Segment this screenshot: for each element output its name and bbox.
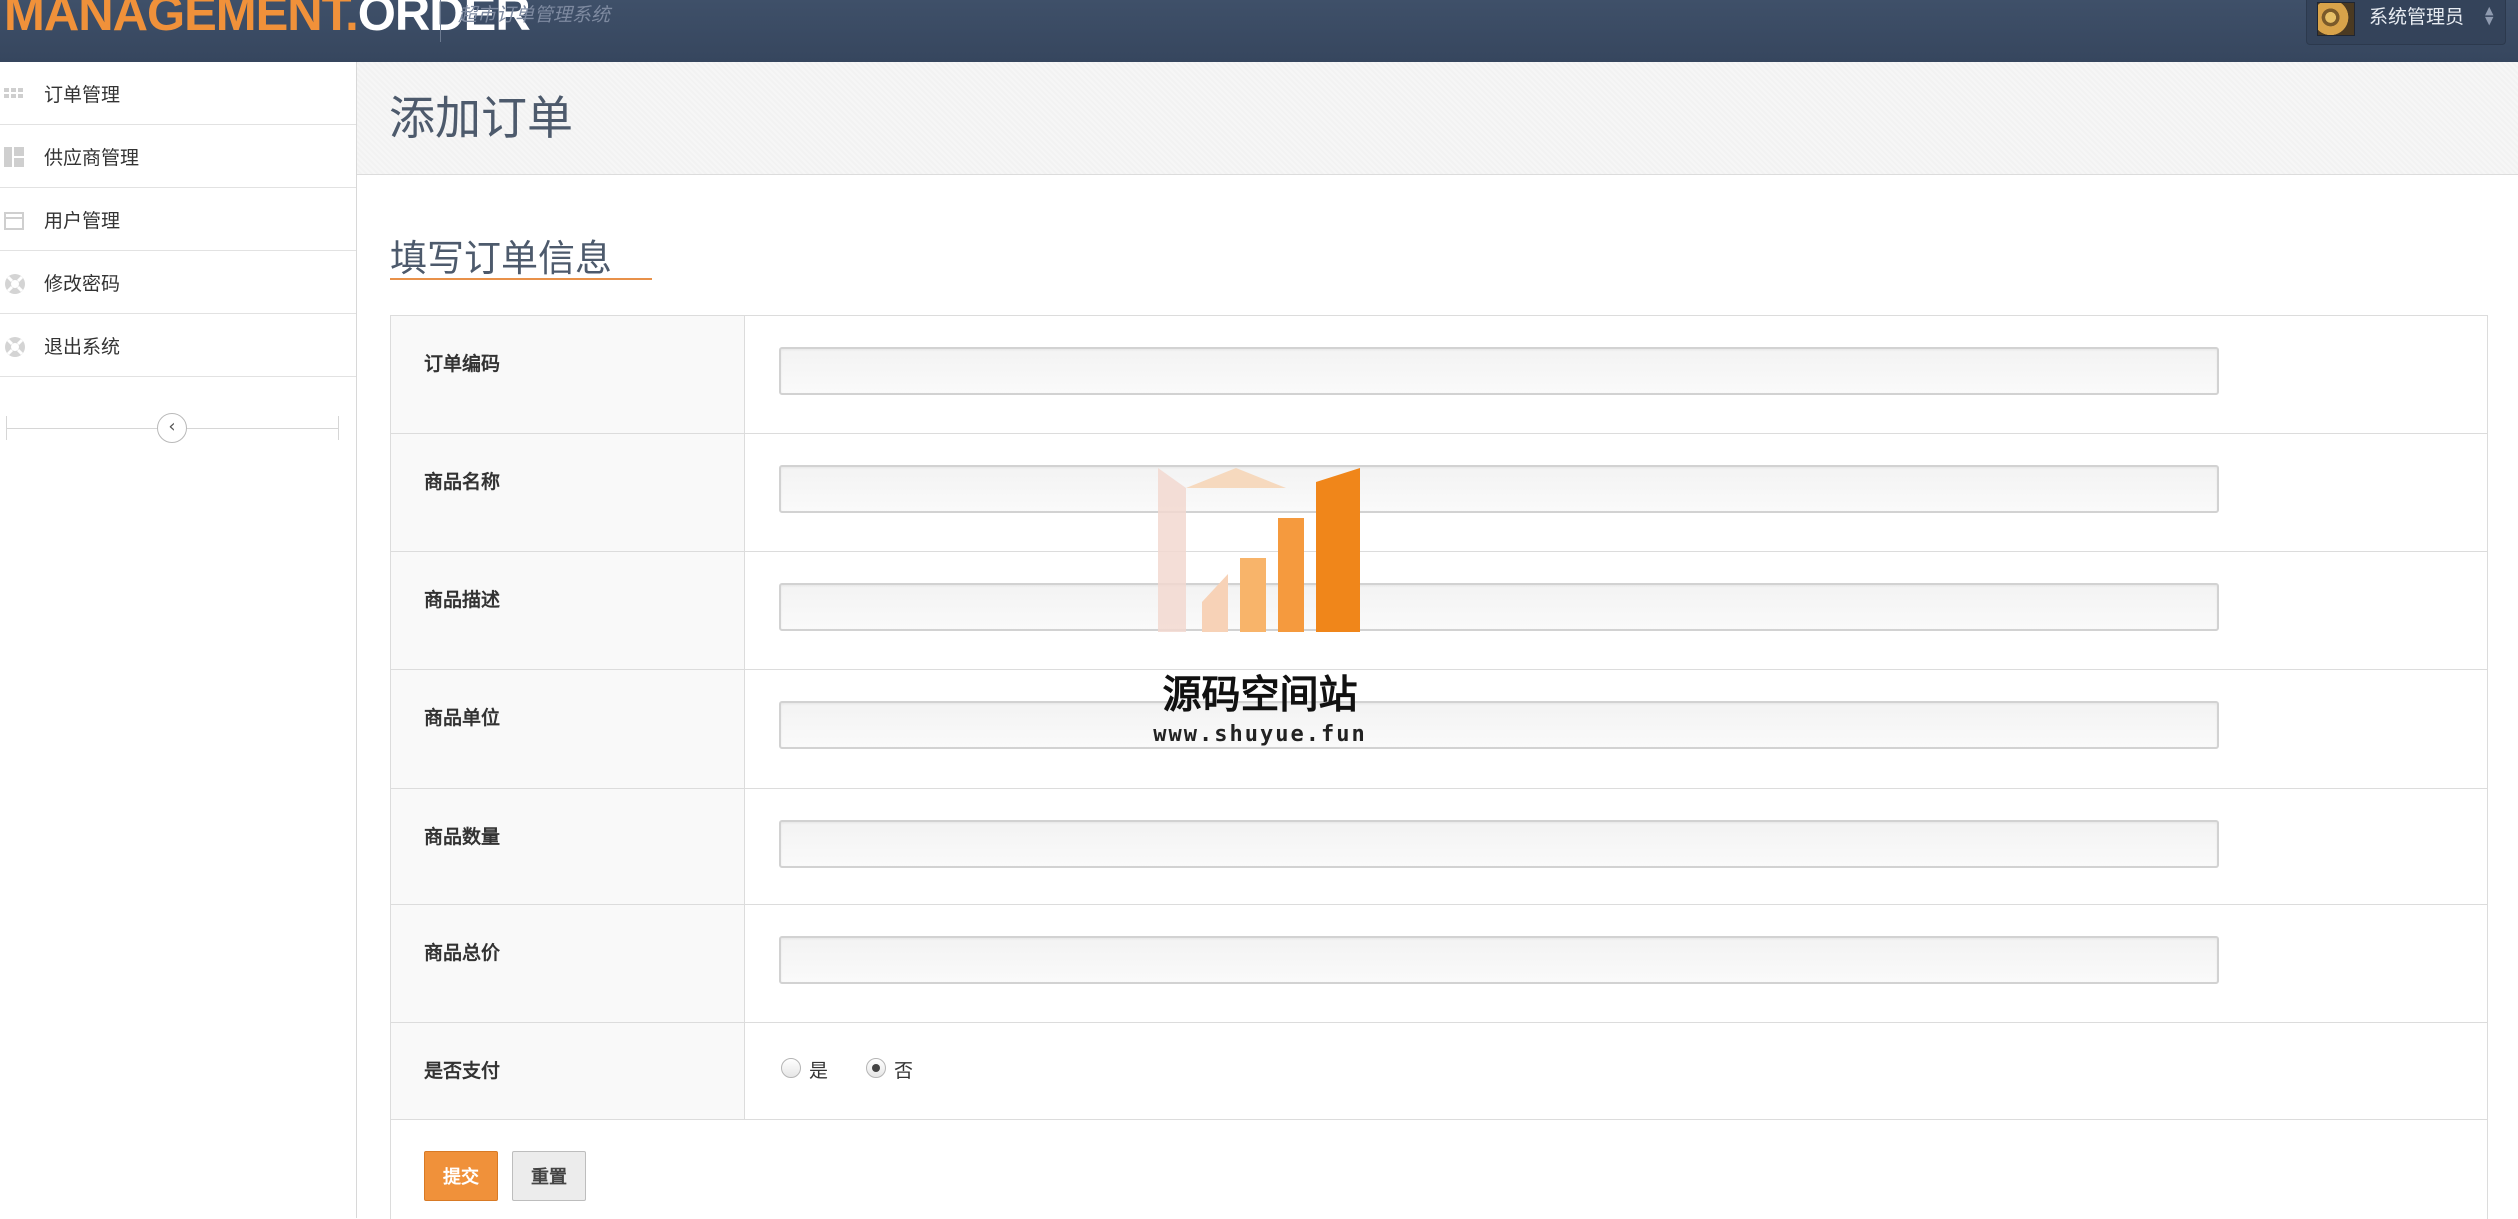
form-label-cell: 商品描述 <box>391 552 745 669</box>
brand-logo[interactable]: MANAGEMENT.ORDER <box>4 0 531 44</box>
sidebar-item-orders[interactable]: 订单管理 <box>0 62 356 125</box>
sidebar-item-label: 用户管理 <box>44 210 121 232</box>
brand-part-management: MANAGEMENT. <box>4 0 359 41</box>
paid-yes-label[interactable]: 是 <box>809 1056 828 1083</box>
page-header: 添加订单 <box>357 62 2518 175</box>
user-menu[interactable]: 系统管理员 ▲ ▼ <box>2306 0 2506 45</box>
paid-yes-radio[interactable] <box>781 1058 801 1078</box>
form-label-cell: 订单编码 <box>391 316 745 433</box>
product-unit-input[interactable] <box>779 701 2219 749</box>
form-label: 商品总价 <box>424 942 501 964</box>
brand-divider <box>440 0 441 42</box>
product-quantity-input[interactable] <box>779 820 2219 868</box>
submit-button[interactable]: 提交 <box>424 1151 498 1201</box>
user-name: 系统管理员 <box>2369 6 2465 28</box>
sidebar-item-logout[interactable]: 退出系统 <box>0 314 356 377</box>
form-label-cell: 商品总价 <box>391 905 745 1022</box>
form-label: 商品数量 <box>424 826 501 848</box>
section-title-underline <box>390 278 652 280</box>
form-row-product-quantity: 商品数量 <box>391 789 2487 905</box>
form-row-paid: 是否支付 是 否 <box>391 1023 2487 1120</box>
form-row-order-code: 订单编码 <box>391 316 2487 434</box>
page-title: 添加订单 <box>389 91 573 145</box>
collapse-divider-end <box>6 416 7 440</box>
avatar <box>2317 2 2355 36</box>
form-label: 商品描述 <box>424 589 501 611</box>
form-label: 订单编码 <box>424 353 501 375</box>
form-label-cell: 商品单位 <box>391 670 745 788</box>
sidebar-item-suppliers[interactable]: 供应商管理 <box>0 125 356 188</box>
chevron-left-icon: ‹ <box>168 416 176 437</box>
form-label: 商品名称 <box>424 471 501 493</box>
product-name-input[interactable] <box>779 465 2219 513</box>
calendar-icon <box>4 210 24 230</box>
form-label: 商品单位 <box>424 707 501 729</box>
order-form: 订单编码 商品名称 商品描述 商品单位 商品数量 商品总价 是否支付 是 否 <box>390 315 2488 1219</box>
sidebar-collapse-button[interactable]: ‹ <box>157 413 187 443</box>
total-price-input[interactable] <box>779 936 2219 984</box>
app-subtitle: 超市订单管理系统 <box>458 4 611 26</box>
paid-no-radio[interactable] <box>866 1058 886 1078</box>
form-row-total-price: 商品总价 <box>391 905 2487 1023</box>
sidebar-item-label: 订单管理 <box>44 84 121 106</box>
paid-no-label[interactable]: 否 <box>894 1056 913 1083</box>
form-label-cell: 是否支付 <box>391 1023 745 1119</box>
product-description-input[interactable] <box>779 583 2219 631</box>
top-bar: MANAGEMENT.ORDER 超市订单管理系统 系统管理员 ▲ ▼ <box>0 0 2518 63</box>
form-label-cell: 商品名称 <box>391 434 745 551</box>
sidebar-item-label: 退出系统 <box>44 336 121 358</box>
sidebar-item-change-password[interactable]: 修改密码 <box>0 251 356 314</box>
form-label-cell: 商品数量 <box>391 789 745 904</box>
sidebar-item-label: 修改密码 <box>44 273 121 295</box>
sidebar: 订单管理 供应商管理 用户管理 修改密码 退出系统 ‹ <box>0 62 357 1218</box>
section-title: 填写订单信息 <box>390 237 612 280</box>
form-row-product-description: 商品描述 <box>391 552 2487 670</box>
updown-caret-icon: ▲ ▼ <box>2485 4 2494 27</box>
form-row-product-name: 商品名称 <box>391 434 2487 552</box>
form-label: 是否支付 <box>424 1060 501 1082</box>
layout-icon <box>4 147 24 167</box>
order-code-input[interactable] <box>779 347 2219 395</box>
watermark-url: www.shuyue.fun <box>1153 722 1367 747</box>
form-row-product-unit: 商品单位 <box>391 670 2487 789</box>
lifebuoy-icon <box>4 336 25 357</box>
grid-icon <box>4 84 24 102</box>
watermark-text: 源码空间站 <box>1162 673 1358 718</box>
collapse-divider-end <box>338 416 339 440</box>
sidebar-item-label: 供应商管理 <box>44 147 140 169</box>
sidebar-item-users[interactable]: 用户管理 <box>0 188 356 251</box>
lifebuoy-icon <box>4 273 25 294</box>
reset-button[interactable]: 重置 <box>512 1151 586 1201</box>
